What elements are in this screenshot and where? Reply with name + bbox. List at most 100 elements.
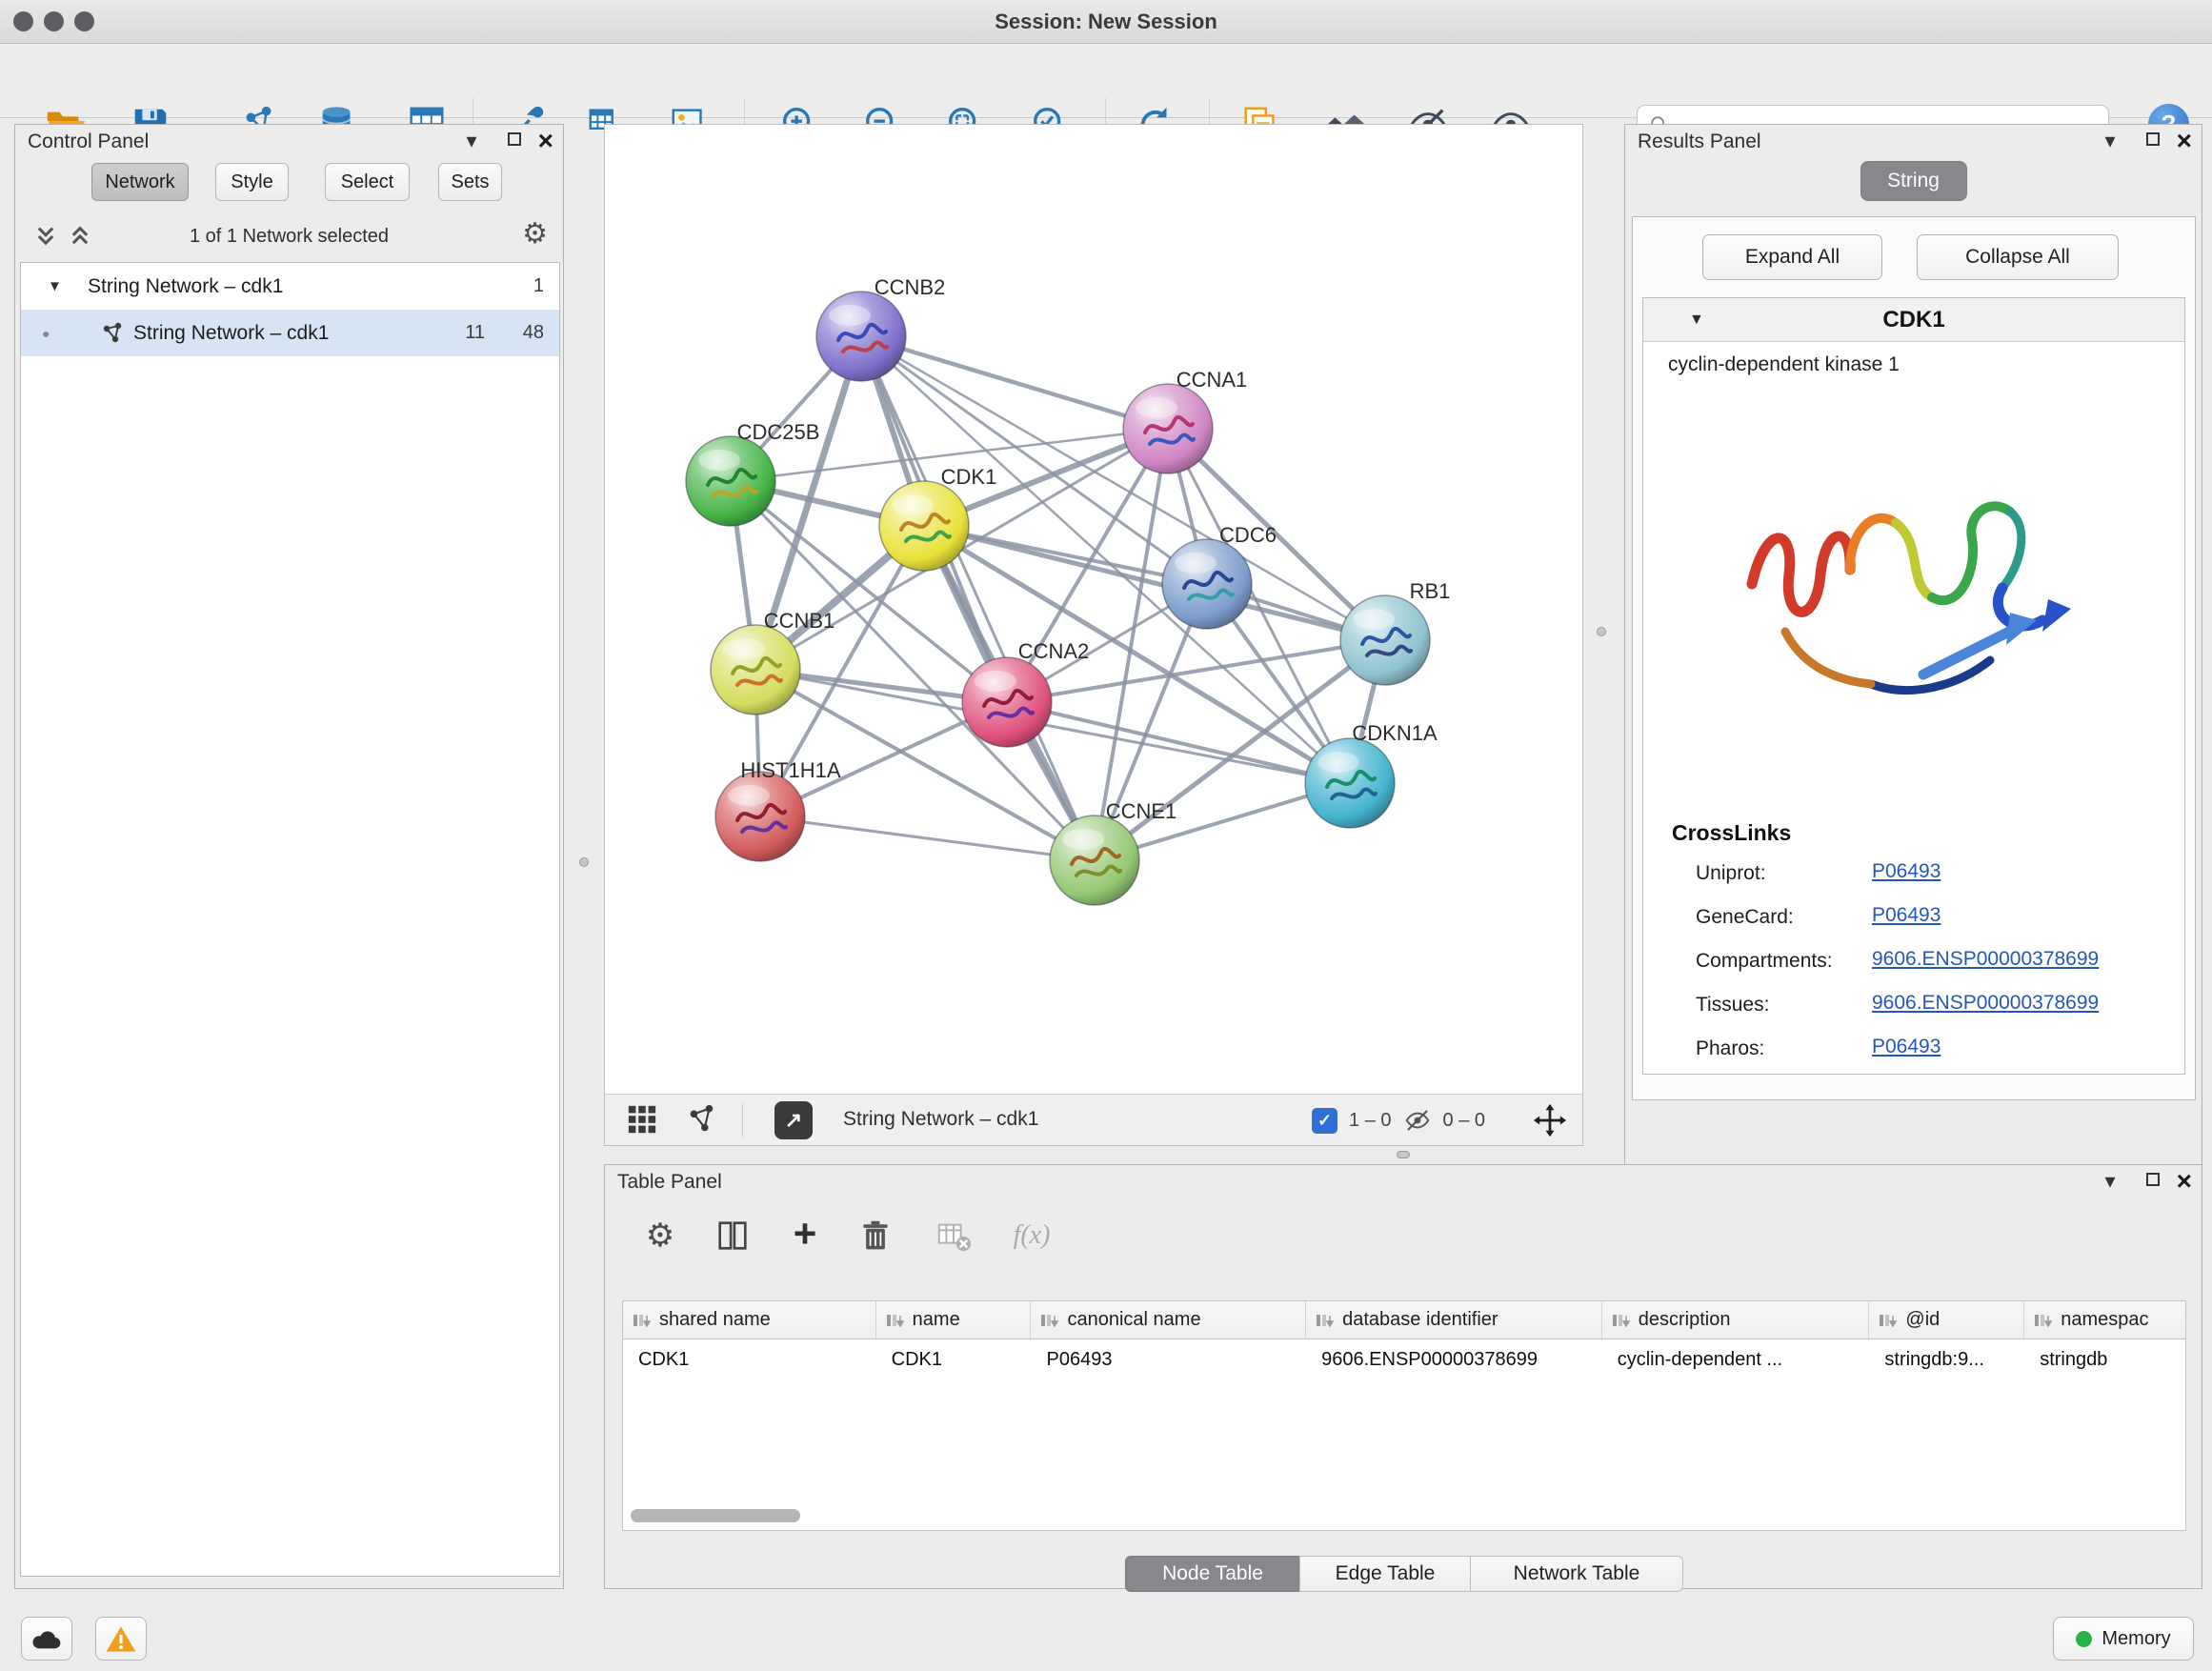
table-row: CDK1 CDK1 P06493 9606.ENSP00000378699 cy… [623,1339,2185,1379]
share-network-icon [685,1103,717,1136]
tab-network-table[interactable]: Network Table [1470,1556,1683,1592]
cell-shared-name[interactable]: CDK1 [623,1339,876,1379]
panel-collapse-button[interactable]: ▾ [2099,1169,2122,1194]
network-node-cdc25b[interactable] [686,436,775,526]
cloud-status-button[interactable] [21,1617,72,1661]
network-node-cdc6[interactable] [1162,539,1252,629]
network-node-label: CCNA2 [1018,639,1090,663]
panel-float-button[interactable] [2146,1173,2160,1186]
column-label: shared name [659,1309,771,1331]
close-icon: × [2177,128,2192,154]
column-header-name[interactable]: name [876,1301,1032,1339]
crosslink-tissues[interactable]: 9606.ENSP00000378699 [1872,992,2099,1015]
column-header-namespace[interactable]: namespac [2024,1301,2185,1339]
tab-label: Sets [451,171,489,193]
cloud-icon [30,1626,64,1652]
tab-select[interactable]: Select [325,163,410,201]
horizontal-scrollbar-thumb[interactable] [631,1509,800,1522]
network-view-footer: ↗ String Network – cdk1 ✓ 1 – 0 0 – 0 [605,1094,1582,1145]
column-label: description [1639,1309,1731,1331]
panel-float-button[interactable] [2146,132,2160,146]
column-sort-icon [2034,1313,2053,1328]
network-node-ccnb2[interactable] [816,292,906,381]
table-options-button[interactable]: ⚙ [639,1215,681,1257]
network-node-cdkn1a[interactable] [1305,738,1395,828]
network-node-cdk1[interactable] [879,481,969,571]
table-header-row: shared name name canonical name database… [623,1301,2185,1339]
tab-sets[interactable]: Sets [438,163,502,201]
check-icon: ✓ [1317,1111,1332,1131]
node-count: 11 [465,322,485,344]
birds-eye-view-button[interactable] [626,1103,658,1136]
protein-card-header[interactable]: ▼ CDK1 [1643,298,2184,342]
collapse-all-button[interactable]: Collapse All [1917,234,2119,280]
network-node-hist1h1a[interactable] [715,772,805,861]
selected-checkbox[interactable]: ✓ [1312,1108,1337,1134]
network-node-label: CDKN1A [1352,721,1438,745]
column-header-description[interactable]: description [1602,1301,1870,1339]
show-columns-button[interactable] [712,1215,754,1257]
tab-node-table[interactable]: Node Table [1125,1556,1300,1592]
tab-style[interactable]: Style [215,163,289,201]
network-node-label: CCNA1 [1176,368,1248,392]
bullet-icon: ● [42,326,50,341]
expand-all-button[interactable]: Expand All [1702,234,1882,280]
column-header-id[interactable]: @id [1869,1301,2024,1339]
warnings-button[interactable] [95,1617,147,1661]
add-column-button[interactable]: + [784,1213,826,1255]
crosslink-pharos[interactable]: P06493 [1872,1036,1941,1058]
protein-card: ▼ CDK1 cyclin-dependent kinase 1 [1642,297,2185,1075]
column-label: canonical name [1067,1309,1200,1331]
cell-id[interactable]: stringdb:9... [1869,1339,2024,1379]
crosslink-genecard[interactable]: P06493 [1872,904,1941,927]
pan-crosshair-icon[interactable] [1533,1103,1567,1137]
network-node-ccna2[interactable] [962,657,1052,747]
network-overview-button[interactable] [685,1103,717,1136]
network-row-selected[interactable]: ● String Network – cdk1 11 48 [21,310,559,356]
column-sort-icon [1879,1313,1898,1328]
cell-canonical-name[interactable]: P06493 [1031,1339,1306,1379]
open-view-button[interactable]: ↗ [774,1101,813,1139]
panel-close-button[interactable]: × [2177,128,2192,154]
network-node-label: CDK1 [941,465,997,489]
network-node-ccne1[interactable] [1050,815,1139,905]
splitter-handle[interactable] [579,857,589,867]
delete-column-button[interactable] [855,1215,896,1257]
network-node-ccna1[interactable] [1123,384,1213,473]
column-header-canonical-name[interactable]: canonical name [1031,1301,1306,1339]
tab-string[interactable]: String [1860,161,1967,201]
column-header-database-identifier[interactable]: database identifier [1306,1301,1602,1339]
column-header-shared-name[interactable]: shared name [623,1301,876,1339]
splitter-handle[interactable] [1397,1151,1410,1158]
panel-float-button[interactable] [508,132,521,146]
tab-label: Network Table [1514,1562,1640,1585]
crosslink-compartments[interactable]: 9606.ENSP00000378699 [1872,948,2099,971]
app-window: { "window": { "title": "Session: New Ses… [0,0,2212,1671]
memory-button[interactable]: Memory [2053,1617,2194,1661]
panel-collapse-button[interactable]: ▾ [460,129,483,153]
hidden-count: 0 – 0 [1443,1110,1485,1132]
tab-network[interactable]: Network [91,163,189,201]
panel-collapse-button[interactable]: ▾ [2099,129,2122,153]
panel-close-button[interactable]: × [538,128,553,154]
network-options-button[interactable]: ⚙ [522,217,548,251]
delete-table-button[interactable] [933,1215,975,1257]
crosslink-uniprot[interactable]: P06493 [1872,860,1941,883]
function-builder-button[interactable]: f(x) [1001,1215,1062,1257]
splitter-handle[interactable] [1597,627,1606,636]
network-collection-row[interactable]: ▼ String Network – cdk1 1 [21,263,559,310]
cell-name[interactable]: CDK1 [876,1339,1032,1379]
button-label: Collapse All [1965,246,2070,269]
tree-expanded-icon: ▼ [48,278,62,294]
network-node-rb1[interactable] [1340,595,1430,685]
network-canvas[interactable]: CCNB2CCNA1CDC25BCDK1CDC6RB1CCNB1CCNA2CDK… [605,125,1582,1093]
network-node-ccnb1[interactable] [711,625,800,715]
cell-namespace[interactable]: stringdb [2024,1339,2185,1379]
cell-database-identifier[interactable]: 9606.ENSP00000378699 [1306,1339,1602,1379]
arrow-up-right-icon: ↗ [785,1108,802,1133]
selected-count: 1 – 0 [1349,1110,1391,1132]
cell-description[interactable]: cyclin-dependent ... [1602,1339,1870,1379]
tab-edge-table[interactable]: Edge Table [1299,1556,1471,1592]
network-tree: ▼ String Network – cdk1 1 ● String Netwo… [20,262,560,1577]
panel-close-button[interactable]: × [2177,1168,2192,1195]
